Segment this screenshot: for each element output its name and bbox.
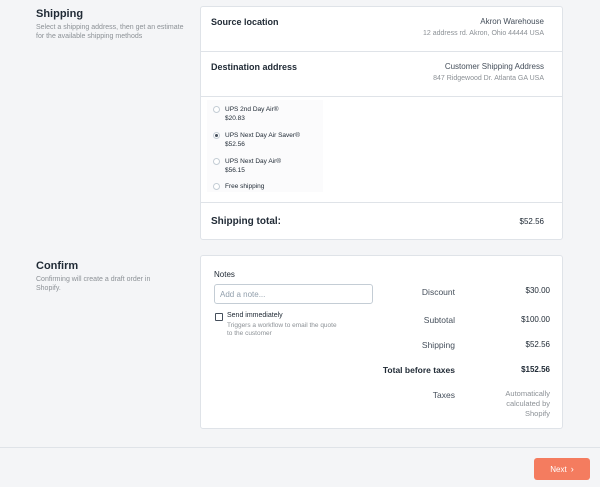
confirm-section-header: Confirm Confirming will create a draft o… (36, 260, 186, 293)
notes-input[interactable] (214, 284, 373, 304)
total-before-taxes-label: Total before taxes (382, 365, 455, 375)
page: Shipping Select a shipping address, then… (0, 0, 600, 487)
shipping-label: Shipping (421, 340, 455, 350)
shipping-method-name: UPS Next Day Air® (225, 158, 282, 165)
next-button-label: Next (550, 464, 567, 474)
shipping-total-label: Shipping total: (211, 216, 281, 227)
shipping-section-description: Select a shipping address, then get an e… (36, 24, 184, 40)
shipping-method-price: $56.15 (225, 167, 245, 174)
subtotal-value: $100.00 (521, 315, 550, 324)
source-name: Akron Warehouse (480, 17, 544, 26)
shipping-method-ups-next-day-air-saver[interactable]: UPS Next Day Air Saver® $52.56 (213, 131, 300, 149)
confirm-section-description: Confirming will create a draft order in … (36, 276, 151, 292)
destination-address-label: Destination address (211, 62, 298, 72)
shipping-value: $52.56 (525, 340, 550, 349)
confirm-card: Notes Send immediately Triggers a workfl… (200, 255, 563, 429)
destination-address: 847 Ridgewood Dr. Atlanta GA USA (433, 75, 544, 82)
shipping-methods-list: UPS 2nd Day Air® $20.83 UPS Next Day Air… (207, 100, 323, 192)
chevron-right-icon: › (570, 463, 574, 474)
shipping-method-price: $20.83 (225, 115, 245, 122)
shipping-method-name: UPS 2nd Day Air® (225, 106, 279, 113)
shipping-section-title: Shipping (36, 8, 84, 20)
total-before-taxes-value: $152.56 (521, 365, 550, 374)
radio-button[interactable] (213, 158, 220, 165)
shipping-method-free-shipping[interactable]: Free shipping (213, 182, 264, 191)
radio-button[interactable] (213, 106, 220, 113)
shipping-section-header: Shipping Select a shipping address, then… (36, 8, 186, 41)
subtotal-label: Subtotal (423, 315, 455, 325)
taxes-value: Automatically calculated by Shopify (505, 389, 550, 418)
source-location-row: Source location Akron Warehouse 12 addre… (201, 7, 562, 52)
radio-button-selected[interactable] (213, 132, 220, 139)
source-location-label: Source location (211, 17, 279, 27)
shipping-method-ups-next-day-air[interactable]: UPS Next Day Air® $56.15 (213, 157, 281, 175)
destination-address-row: Destination address Customer Shipping Ad… (201, 52, 562, 97)
discount-label: Discount (421, 287, 455, 297)
radio-button[interactable] (213, 183, 220, 190)
shipping-method-name: UPS Next Day Air Saver® (225, 132, 300, 139)
shipping-method-ups-2nd-day-air[interactable]: UPS 2nd Day Air® $20.83 (213, 105, 279, 123)
shipping-method-price: $52.56 (225, 141, 245, 148)
send-immediately-help: Triggers a workflow to email the quote t… (227, 322, 337, 337)
next-button[interactable]: Next › (534, 458, 590, 480)
shipping-total-row: Shipping total: $52.56 (201, 203, 562, 241)
source-address: 12 address rd. Akron, Ohio 44444 USA (422, 30, 544, 37)
shipping-method-name: Free shipping (225, 183, 265, 190)
send-immediately-label[interactable]: Send immediately (227, 312, 283, 319)
confirm-section-title: Confirm (36, 260, 79, 272)
footer-bar: Next › (0, 447, 600, 487)
taxes-label: Taxes (432, 390, 455, 400)
notes-label: Notes (214, 270, 235, 279)
discount-value: $30.00 (525, 286, 550, 295)
send-immediately-checkbox[interactable] (215, 313, 223, 321)
destination-name: Customer Shipping Address (444, 62, 544, 71)
shipping-total-value: $52.56 (519, 217, 544, 226)
